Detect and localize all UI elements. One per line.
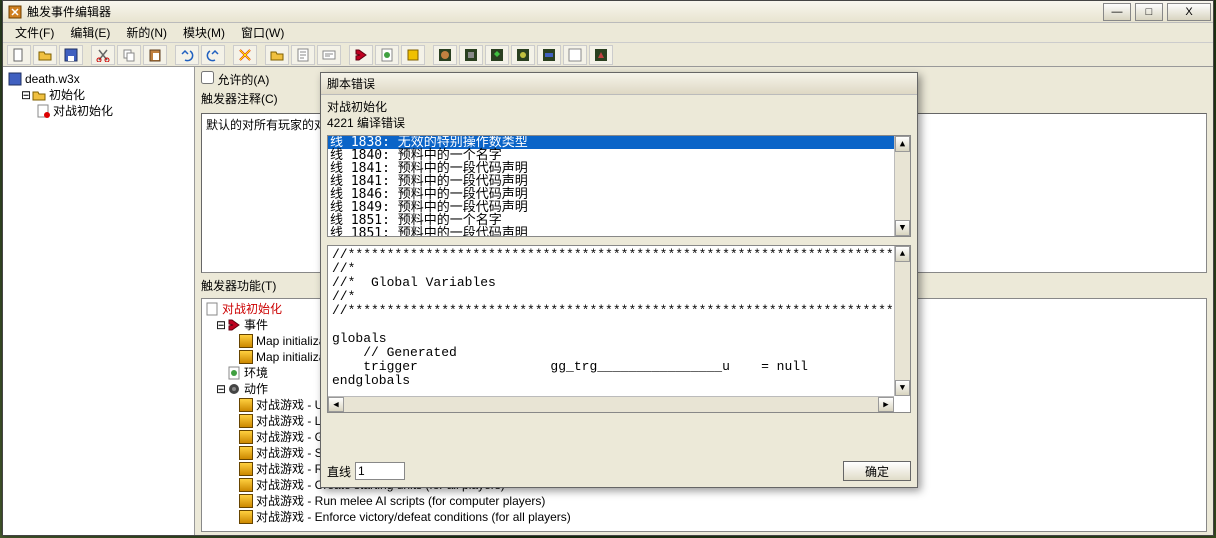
menu-edit[interactable]: 编辑(E) [62, 22, 118, 43]
tb-event[interactable] [349, 45, 373, 65]
tb-mod3[interactable] [485, 45, 509, 65]
tb-new[interactable] [7, 45, 31, 65]
tb-mod6[interactable] [563, 45, 587, 65]
map-tree[interactable]: death.w3x ⊟ 初始化 对战初始化 [3, 67, 194, 123]
tb-new-cat[interactable] [265, 45, 289, 65]
code-v-scrollbar[interactable]: ▲▼ [894, 246, 910, 396]
action-item[interactable]: 对战游戏 - Enforce victory/defeat conditions… [204, 509, 1204, 525]
toolbar [3, 43, 1213, 67]
close-button[interactable]: X [1167, 3, 1211, 21]
tb-mod1[interactable] [433, 45, 457, 65]
scroll-left-button[interactable]: ◀ [328, 397, 344, 412]
tb-undo[interactable] [175, 45, 199, 65]
tb-validate[interactable] [233, 45, 257, 65]
titlebar[interactable]: 触发事件编辑器 — □ X [3, 1, 1213, 23]
menu-module[interactable]: 模块(M) [175, 22, 233, 43]
tree-category[interactable]: ⊟ 初始化 [7, 87, 190, 103]
scroll-right-button[interactable]: ▶ [878, 397, 894, 412]
tree-map-root[interactable]: death.w3x [7, 71, 190, 87]
action-gear-icon [226, 381, 242, 397]
maximize-button[interactable]: □ [1135, 3, 1163, 21]
tb-action[interactable] [401, 45, 425, 65]
dialog-error-count: 4221 编译错误 [327, 115, 911, 131]
menu-window[interactable]: 窗口(W) [233, 22, 292, 43]
dialog-titlebar[interactable]: 脚本错误 [321, 73, 917, 95]
tb-open[interactable] [33, 45, 57, 65]
tb-mod7[interactable] [589, 45, 613, 65]
error-row[interactable]: 线 1851: 预料中的一段代码声明 [328, 227, 910, 237]
tb-redo[interactable] [201, 45, 225, 65]
event-flag-icon [226, 317, 242, 333]
scroll-down-button[interactable]: ▼ [895, 380, 910, 396]
menubar: 文件(F) 编辑(E) 新的(N) 模块(M) 窗口(W) [3, 23, 1213, 43]
code-h-scrollbar[interactable]: ◀▶ [328, 396, 894, 412]
window-title: 触发事件编辑器 [27, 3, 1099, 20]
menu-new[interactable]: 新的(N) [118, 22, 175, 43]
tb-new-trigger[interactable] [291, 45, 315, 65]
dialog-title-text: 脚本错误 [327, 75, 375, 92]
dialog-trigger-name: 对战初始化 [327, 99, 911, 115]
scroll-up-button[interactable]: ▲ [895, 246, 910, 262]
menu-file[interactable]: 文件(F) [7, 22, 62, 43]
scroll-up-button[interactable]: ▲ [895, 136, 910, 152]
tb-save[interactable] [59, 45, 83, 65]
line-label: 直线 [327, 463, 351, 480]
tb-new-comment[interactable] [317, 45, 341, 65]
tb-cut[interactable] [91, 45, 115, 65]
ok-button[interactable]: 确定 [843, 461, 911, 481]
trigger-icon [204, 301, 220, 317]
tb-copy[interactable] [117, 45, 141, 65]
left-panel: death.w3x ⊟ 初始化 对战初始化 [3, 67, 195, 535]
tb-mod2[interactable] [459, 45, 483, 65]
tb-condition[interactable] [375, 45, 399, 65]
tb-mod4[interactable] [511, 45, 535, 65]
app-icon [7, 4, 23, 20]
minimize-button[interactable]: — [1103, 3, 1131, 21]
condition-icon [226, 365, 242, 381]
error-list-scrollbar[interactable]: ▲ ▼ [894, 136, 910, 236]
scroll-down-button[interactable]: ▼ [895, 220, 910, 236]
tb-paste[interactable] [143, 45, 167, 65]
line-input[interactable] [355, 462, 405, 480]
tree-trigger[interactable]: 对战初始化 [7, 103, 190, 119]
error-list[interactable]: 线 1838: 无效的特别操作数类型 线 1840: 预料中的一个名字 线 18… [327, 135, 911, 237]
code-preview[interactable]: //**************************************… [327, 245, 911, 413]
tb-mod5[interactable] [537, 45, 561, 65]
script-error-dialog[interactable]: 脚本错误 对战初始化 4221 编译错误 线 1838: 无效的特别操作数类型 … [320, 72, 918, 488]
action-item[interactable]: 对战游戏 - Run melee AI scripts (for compute… [204, 493, 1204, 509]
